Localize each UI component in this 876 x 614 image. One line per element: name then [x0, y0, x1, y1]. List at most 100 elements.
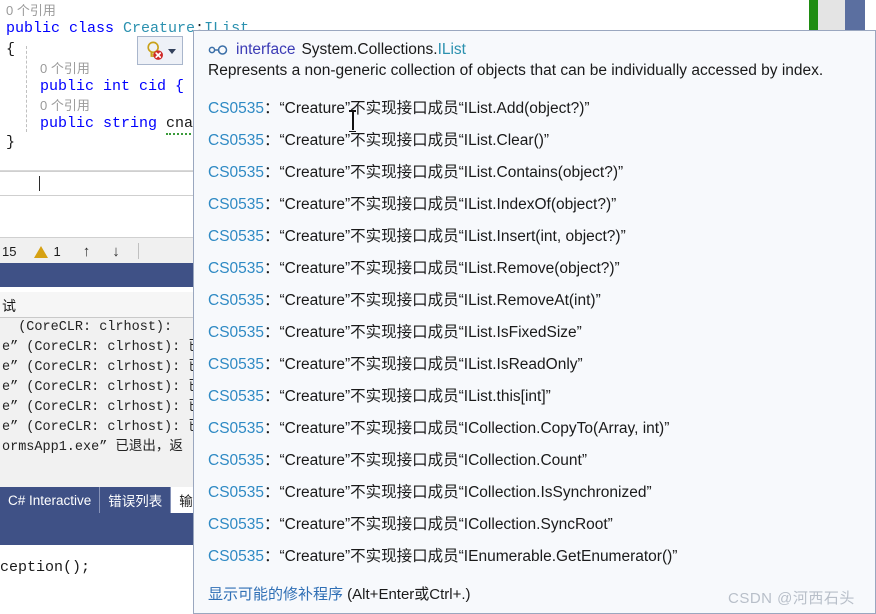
- diagnostic-message: ：“Creature”不实现接口成员“IList.Remove(object?)…: [264, 260, 620, 277]
- diagnostic-message: ：“Creature”不实现接口成员“IList.Contains(object…: [264, 164, 624, 181]
- code-line-prop-cid: public int cid { ge: [40, 78, 212, 95]
- diagnostic-code: CS0535: [208, 452, 265, 469]
- tooltip-description: Represents a non-generic collection of o…: [208, 62, 824, 79]
- diagnostic-message: ：“Creature”不实现接口成员“IList.RemoveAt(int)”: [264, 292, 601, 309]
- code-brace-close: }: [6, 134, 16, 151]
- output-line: e” (CoreCLR: clrhost): 已: [2, 340, 196, 355]
- output-pane-body[interactable]: (CoreCLR: clrhost): e” (CoreCLR: clrhost…: [0, 318, 196, 487]
- diagnostic-message: ：“Creature”不实现接口成员“ICollection.IsSynchro…: [264, 484, 652, 501]
- csdn-watermark: CSDN @河西石头: [728, 590, 855, 607]
- output-line: e” (CoreCLR: clrhost): 已: [2, 380, 196, 395]
- diagnostic-message: ：“Creature”不实现接口成员“IEnumerable.GetEnumer…: [264, 548, 678, 565]
- bottom-code-line: ception();: [0, 559, 91, 576]
- tooltip-keyword-interface: interface: [236, 41, 296, 58]
- code-reference-hint-2[interactable]: 0 个引用: [40, 60, 90, 78]
- diagnostic-code: CS0535: [208, 420, 265, 437]
- diagnostic-row[interactable]: CS0535：“Creature”不实现接口成员“ICollection.Cop…: [208, 413, 861, 445]
- diagnostic-code: CS0535: [208, 548, 265, 565]
- diagnostic-row[interactable]: CS0535：“Creature”不实现接口成员“ICollection.Cou…: [208, 445, 861, 477]
- diagnostic-row[interactable]: CS0535：“Creature”不实现接口成员“IList.Add(objec…: [208, 93, 861, 125]
- diagnostic-code: CS0535: [208, 484, 265, 501]
- diagnostic-message: ：“Creature”不实现接口成员“ICollection.CopyTo(Ar…: [264, 420, 670, 437]
- code-reference-hint[interactable]: 0 个引用: [6, 2, 56, 20]
- quick-actions-lightbulb-button[interactable]: [137, 36, 183, 65]
- diagnostic-row[interactable]: CS0535：“Creature”不实现接口成员“ICollection.IsS…: [208, 477, 861, 509]
- diagnostic-code: CS0535: [208, 196, 265, 213]
- error-list-selected-row[interactable]: [0, 263, 196, 287]
- diagnostic-row[interactable]: CS0535：“Creature”不实现接口成员“IList.Contains(…: [208, 157, 861, 189]
- tooltip-header: interface System.Collections. IList: [208, 41, 861, 59]
- diagnostic-row[interactable]: CS0535：“Creature”不实现接口成员“IList.Clear()”: [208, 125, 861, 157]
- quick-info-tooltip: interface System.Collections. IList Repr…: [193, 30, 876, 614]
- mouse-cursor-ibeam: [349, 110, 356, 132]
- next-error-arrow-icon[interactable]: ↓: [112, 243, 120, 260]
- ibeam-bottom-bar: [349, 130, 356, 132]
- diagnostic-message: ：“Creature”不实现接口成员“IList.IsFixedSize”: [264, 324, 582, 341]
- lightbulb-error-icon: [147, 41, 163, 60]
- diagnostic-message: ：“Creature”不实现接口成员“ICollection.SyncRoot”: [264, 516, 613, 533]
- error-list-pane: 15 1 ↑ ↓: [0, 170, 196, 287]
- show-potential-fixes-shortcut: (Alt+Enter或Ctrl+.): [343, 586, 471, 603]
- output-line: e” (CoreCLR: clrhost): 已: [2, 400, 196, 415]
- ibeam-stem: [352, 112, 354, 130]
- diagnostic-code: CS0535: [208, 132, 265, 149]
- diagnostic-row[interactable]: CS0535：“Creature”不实现接口成员“IList.IsFixedSi…: [208, 317, 861, 349]
- diagnostic-message: ：“Creature”不实现接口成员“IList.this[int]”: [264, 388, 551, 405]
- tooltip-type-name: IList: [437, 41, 466, 58]
- keyword-public-class: public class: [6, 20, 124, 37]
- diagnostic-code: CS0535: [208, 356, 265, 373]
- toolbar-divider: [137, 243, 139, 259]
- error-list-search-input[interactable]: [0, 171, 196, 196]
- error-count-label: 15: [2, 243, 17, 259]
- diagnostic-message: ：“Creature”不实现接口成员“IList.Add(object?)”: [264, 100, 590, 117]
- diagnostic-message: ：“Creature”不实现接口成员“IList.IndexOf(object?…: [264, 196, 617, 213]
- diagnostic-row[interactable]: CS0535：“Creature”不实现接口成员“IList.this[int]…: [208, 381, 861, 413]
- output-pane: 试 (CoreCLR: clrhost): e” (CoreCLR: clrho…: [0, 292, 196, 487]
- diagnostic-message: ：“Creature”不实现接口成员“ICollection.Count”: [264, 452, 588, 469]
- diagnostic-code: CS0535: [208, 260, 265, 277]
- diagnostic-row[interactable]: CS0535：“Creature”不实现接口成员“IEnumerable.Get…: [208, 541, 861, 573]
- interface-icon: [208, 45, 228, 55]
- diagnostic-code: CS0535: [208, 228, 265, 245]
- output-line: e” (CoreCLR: clrhost): 已: [2, 360, 196, 375]
- diagnostic-code: CS0535: [208, 100, 265, 117]
- tooltip-namespace: System.Collections.: [301, 41, 438, 58]
- diagnostic-row[interactable]: CS0535：“Creature”不实现接口成员“IList.RemoveAt(…: [208, 285, 861, 317]
- indent-guide: [26, 46, 27, 132]
- diagnostic-row[interactable]: CS0535：“Creature”不实现接口成员“IList.IndexOf(o…: [208, 189, 861, 221]
- code-brace-open: {: [6, 41, 16, 58]
- diagnostic-code: CS0535: [208, 164, 265, 181]
- diagnostic-row[interactable]: CS0535：“Creature”不实现接口成员“ICollection.Syn…: [208, 509, 861, 541]
- chevron-down-icon[interactable]: [168, 49, 176, 54]
- bottom-tool-window-tabs[interactable]: C# Interactive 错误列表 输: [0, 487, 196, 513]
- previous-error-arrow-icon[interactable]: ↑: [83, 243, 91, 260]
- lower-code-editor[interactable]: ception();: [0, 545, 196, 614]
- error-list-status-bar: 15 1 ↑ ↓: [0, 237, 196, 264]
- diagnostic-message: ：“Creature”不实现接口成员“IList.Insert(int, obj…: [264, 228, 626, 245]
- output-line: (CoreCLR: clrhost):: [2, 320, 173, 335]
- diagnostic-code: CS0535: [208, 388, 265, 405]
- diagnostic-code: CS0535: [208, 516, 265, 533]
- code-reference-hint-3[interactable]: 0 个引用: [40, 97, 90, 115]
- output-line: e” (CoreCLR: clrhost): 已: [2, 420, 196, 435]
- warning-triangle-icon: [34, 246, 49, 258]
- diagnostic-row[interactable]: CS0535：“Creature”不实现接口成员“IList.Remove(ob…: [208, 253, 861, 285]
- diagnostic-code: CS0535: [208, 324, 265, 341]
- type-creature: Creature: [123, 20, 196, 37]
- text-caret: [39, 176, 40, 191]
- show-potential-fixes-link[interactable]: 显示可能的修补程序: [208, 586, 343, 603]
- diagnostic-code: CS0535: [208, 292, 265, 309]
- tab-error-list[interactable]: 错误列表: [100, 487, 172, 513]
- diagnostic-row[interactable]: CS0535：“Creature”不实现接口成员“IList.Insert(in…: [208, 221, 861, 253]
- diagnostic-message: ：“Creature”不实现接口成员“IList.Clear()”: [264, 132, 550, 149]
- tab-strip-background: [0, 513, 196, 545]
- keyword-public-string: public string: [40, 115, 167, 132]
- warning-count-label: 1: [53, 243, 61, 259]
- vs-editor-screenshot: 0 个引用 public class Creature:IList { 0 个引…: [0, 0, 876, 614]
- output-pane-header: 试: [0, 292, 196, 318]
- diagnostic-message: ：“Creature”不实现接口成员“IList.IsReadOnly”: [264, 356, 583, 373]
- output-line: ormsApp1.exe” 已退出，返: [2, 440, 183, 455]
- code-line-prop-cname: public string cname: [40, 115, 212, 135]
- diagnostic-row[interactable]: CS0535：“Creature”不实现接口成员“IList.IsReadOnl…: [208, 349, 861, 381]
- tab-csharp-interactive[interactable]: C# Interactive: [0, 487, 101, 513]
